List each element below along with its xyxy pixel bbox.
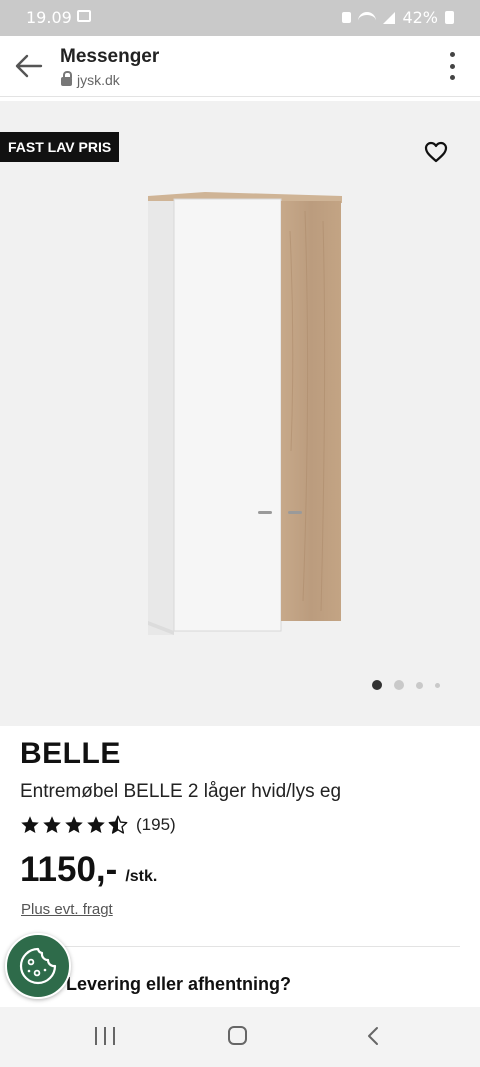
carousel-dot-1[interactable] — [372, 680, 382, 690]
browser-url: jysk.dk — [61, 71, 120, 88]
wardrobe-product-image — [148, 192, 342, 635]
kebab-menu-icon[interactable] — [448, 52, 456, 80]
price-badge: FAST LAV PRIS — [0, 132, 120, 162]
product-rating[interactable]: (195) — [20, 815, 176, 835]
half-star-icon — [108, 815, 128, 834]
battery-percent: 42% — [402, 8, 438, 27]
status-icons: 42% — [342, 8, 454, 27]
lock-icon — [61, 71, 72, 86]
carousel-dot-4[interactable] — [435, 682, 440, 688]
wifi-icon — [358, 11, 377, 24]
delivery-heading[interactable]: Levering eller afhentning? — [66, 974, 291, 995]
gallery-icon — [77, 10, 91, 22]
signal-icon — [383, 11, 396, 24]
status-lock-icon — [342, 12, 352, 23]
product-price: 1150,- — [20, 850, 118, 889]
back-icon[interactable] — [366, 1026, 380, 1046]
rating-count: (195) — [136, 815, 176, 834]
heart-icon[interactable] — [424, 141, 448, 163]
divider — [20, 946, 460, 947]
recent-apps-icon[interactable] — [95, 1027, 115, 1045]
price-row: 1150,- /stk. — [20, 850, 157, 890]
system-nav-bar — [0, 1007, 480, 1067]
carousel-dot-3[interactable] — [416, 681, 423, 689]
url-text: jysk.dk — [77, 72, 120, 88]
browser-header: Messenger jysk.dk — [0, 36, 480, 97]
browser-title: Messenger — [60, 46, 160, 67]
product-description: Entremøbel BELLE 2 låger hvid/lys eg — [20, 781, 342, 802]
carousel-dot-2[interactable] — [394, 680, 404, 690]
rating-stars — [20, 815, 128, 835]
cookie-icon — [19, 947, 57, 985]
cookie-settings-button[interactable] — [5, 933, 71, 999]
product-image-carousel[interactable]: FAST LAV PRIS — [0, 101, 480, 726]
back-arrow-icon[interactable] — [14, 52, 44, 80]
product-brand: BELLE — [20, 737, 121, 770]
star-icon — [65, 816, 83, 833]
star-icon — [87, 816, 105, 833]
freight-link[interactable]: Plus evt. fragt — [21, 901, 113, 918]
status-bar: 19.09 42% — [0, 0, 480, 36]
status-time: 19.09 — [26, 8, 72, 27]
home-icon[interactable] — [228, 1026, 247, 1045]
battery-icon — [445, 11, 454, 24]
star-icon — [43, 816, 61, 833]
carousel-pagination[interactable] — [372, 680, 440, 690]
price-unit: /stk. — [125, 868, 158, 885]
star-icon — [21, 816, 39, 833]
